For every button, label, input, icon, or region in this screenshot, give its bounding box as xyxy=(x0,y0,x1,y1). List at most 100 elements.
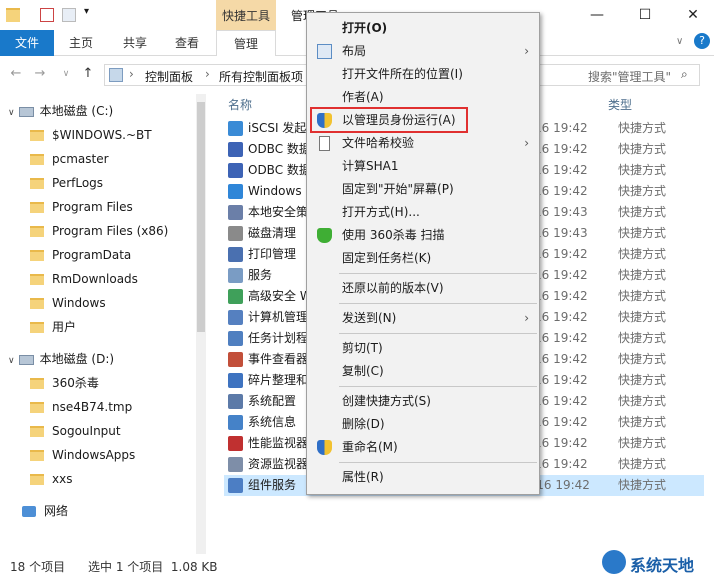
network-icon xyxy=(22,506,36,517)
nav-folder[interactable]: PerfLogs xyxy=(30,172,103,194)
drive-icon xyxy=(18,106,34,117)
file-name: ODBC 数据 xyxy=(248,142,311,156)
menu-item-sha1[interactable]: 计算SHA1 xyxy=(307,155,539,178)
tab-view[interactable]: 查看 xyxy=(162,30,212,56)
folder-icon xyxy=(30,450,44,461)
folder-icon xyxy=(30,202,44,213)
menu-item-restore-versions[interactable]: 还原以前的版本(V) xyxy=(307,277,539,300)
watermark-logo-icon xyxy=(602,550,626,574)
file-date: 16 19:42 xyxy=(534,352,588,366)
file-date: 16 19:42 xyxy=(534,247,588,261)
nav-folder-label: nse4B74.tmp xyxy=(52,400,133,414)
nav-folder[interactable]: nse4B74.tmp xyxy=(30,396,132,418)
column-header-name[interactable]: 名称 xyxy=(228,96,252,113)
menu-item-open-location[interactable]: 打开文件所在的位置(I) xyxy=(307,63,539,86)
menu-item-author[interactable]: 作者(A) xyxy=(307,86,539,109)
menu-item-create-shortcut[interactable]: 创建快捷方式(S) xyxy=(307,390,539,413)
file-name: 磁盘清理 xyxy=(248,226,297,240)
nav-folder[interactable]: SogouInput xyxy=(30,420,121,442)
shortcut-icon xyxy=(228,457,243,472)
menu-item-pin-start[interactable]: 固定到"开始"屏幕(P) xyxy=(307,178,539,201)
file-type: 快捷方式 xyxy=(618,331,667,345)
back-arrow-icon[interactable]: ← xyxy=(8,66,24,82)
nav-folder[interactable]: $WINDOWS.~BT xyxy=(30,124,152,146)
nav-network[interactable]: 网络 xyxy=(22,500,68,522)
close-button[interactable]: ✕ xyxy=(680,4,706,26)
forward-arrow-icon[interactable]: → xyxy=(32,66,48,82)
watermark-text: 系统天地 xyxy=(630,556,695,575)
menu-item-properties[interactable]: 属性(R) xyxy=(307,466,539,489)
menu-item-rename[interactable]: 重命名(M) xyxy=(307,436,539,459)
nav-folder-label: xxs xyxy=(52,472,73,486)
menu-item-send-to[interactable]: 发送到(N) › xyxy=(307,307,539,330)
menu-item-label: 还原以前的版本(V) xyxy=(342,281,444,295)
nav-folder[interactable]: Windows xyxy=(30,292,106,314)
file-date: 16 19:42 xyxy=(534,457,588,471)
minimize-button[interactable]: — xyxy=(584,4,610,26)
new-folder-icon[interactable] xyxy=(62,8,76,22)
menu-item-cut[interactable]: 剪切(T) xyxy=(307,337,539,360)
tab-share[interactable]: 共享 xyxy=(110,30,160,56)
column-header-type[interactable]: 类型 xyxy=(608,96,632,113)
nav-folder[interactable]: WindowsApps xyxy=(30,444,135,466)
shortcut-icon xyxy=(228,352,243,367)
maximize-button[interactable]: ☐ xyxy=(632,4,658,26)
nav-folder[interactable]: RmDownloads xyxy=(30,268,138,290)
tab-manage[interactable]: 管理 xyxy=(216,30,276,56)
nav-scrollbar-thumb[interactable] xyxy=(197,102,205,332)
breadcrumb-all-items[interactable]: 所有控制面板项 xyxy=(219,68,303,85)
menu-item-label: 使用 360杀毒 扫描 xyxy=(342,228,445,242)
tab-shortcut-tools[interactable]: 快捷工具 xyxy=(216,0,276,30)
help-button[interactable]: ? xyxy=(694,33,710,49)
file-date: 16 19:42 xyxy=(534,436,588,450)
expand-arrow-icon[interactable]: ∨ xyxy=(8,108,15,118)
search-icon[interactable]: ⌕ xyxy=(681,67,688,82)
file-date: 16 19:42 xyxy=(534,331,588,345)
menu-item-copy[interactable]: 复制(C) xyxy=(307,360,539,383)
shortcut-icon xyxy=(228,268,243,283)
ribbon-expand-icon[interactable]: ∨ xyxy=(676,36,683,47)
tab-home[interactable]: 主页 xyxy=(56,30,106,56)
menu-item-open[interactable]: 打开(O) xyxy=(307,17,539,40)
up-arrow-icon[interactable]: ↑ xyxy=(80,66,96,82)
recent-dropdown-icon[interactable]: ∨ xyxy=(58,66,74,82)
nav-folder[interactable]: ProgramData xyxy=(30,244,131,266)
folder-icon xyxy=(30,154,44,165)
nav-folder-label: RmDownloads xyxy=(52,272,138,286)
shortcut-icon xyxy=(228,121,243,136)
nav-folder[interactable]: 用户 xyxy=(30,316,76,338)
menu-item-open-with[interactable]: 打开方式(H)... xyxy=(307,201,539,224)
menu-item-360-scan[interactable]: 使用 360杀毒 扫描 xyxy=(307,224,539,247)
quick-access-dropdown-icon[interactable]: ▾ xyxy=(84,6,89,17)
expand-arrow-icon[interactable]: ∨ xyxy=(8,356,15,366)
nav-scrollbar[interactable] xyxy=(196,94,206,554)
menu-item-pin-taskbar[interactable]: 固定到任务栏(K) xyxy=(307,247,539,270)
file-name: 碎片整理和 xyxy=(248,373,309,387)
tab-file[interactable]: 文件 xyxy=(0,30,54,56)
breadcrumb-separator: › xyxy=(205,67,210,81)
nav-folder[interactable]: Program Files xyxy=(30,196,133,218)
menu-item-layout[interactable]: 布局 › xyxy=(307,40,539,63)
nav-folder[interactable]: pcmaster xyxy=(30,148,109,170)
menu-separator xyxy=(339,462,537,463)
breadcrumb-separator: › xyxy=(129,67,134,81)
shortcut-icon xyxy=(228,373,243,388)
file-name: 资源监视器 xyxy=(248,457,309,471)
nav-folder[interactable]: xxs xyxy=(30,468,72,490)
nav-folder[interactable]: Program Files (x86) xyxy=(30,220,168,242)
file-name: ODBC 数据 xyxy=(248,163,311,177)
nav-folder-label: 360杀毒 xyxy=(52,376,99,390)
file-date: 16 19:42 xyxy=(534,163,588,177)
menu-item-delete[interactable]: 删除(D) xyxy=(307,413,539,436)
menu-item-file-hash[interactable]: 文件哈希校验 › xyxy=(307,132,539,155)
nav-drive-d[interactable]: ∨ 本地磁盘 (D:) xyxy=(8,348,114,370)
nav-drive-c[interactable]: ∨ 本地磁盘 (C:) xyxy=(8,100,113,122)
nav-folder[interactable]: 360杀毒 xyxy=(30,372,99,394)
breadcrumb-control-panel[interactable]: 控制面板 xyxy=(145,68,193,85)
menu-item-label: 布局 xyxy=(342,44,367,58)
file-name: 服务 xyxy=(248,268,273,282)
properties-icon[interactable] xyxy=(40,8,54,22)
folder-icon xyxy=(30,226,44,237)
submenu-arrow-icon: › xyxy=(524,44,529,58)
file-name: 计算机管理 xyxy=(248,310,309,324)
